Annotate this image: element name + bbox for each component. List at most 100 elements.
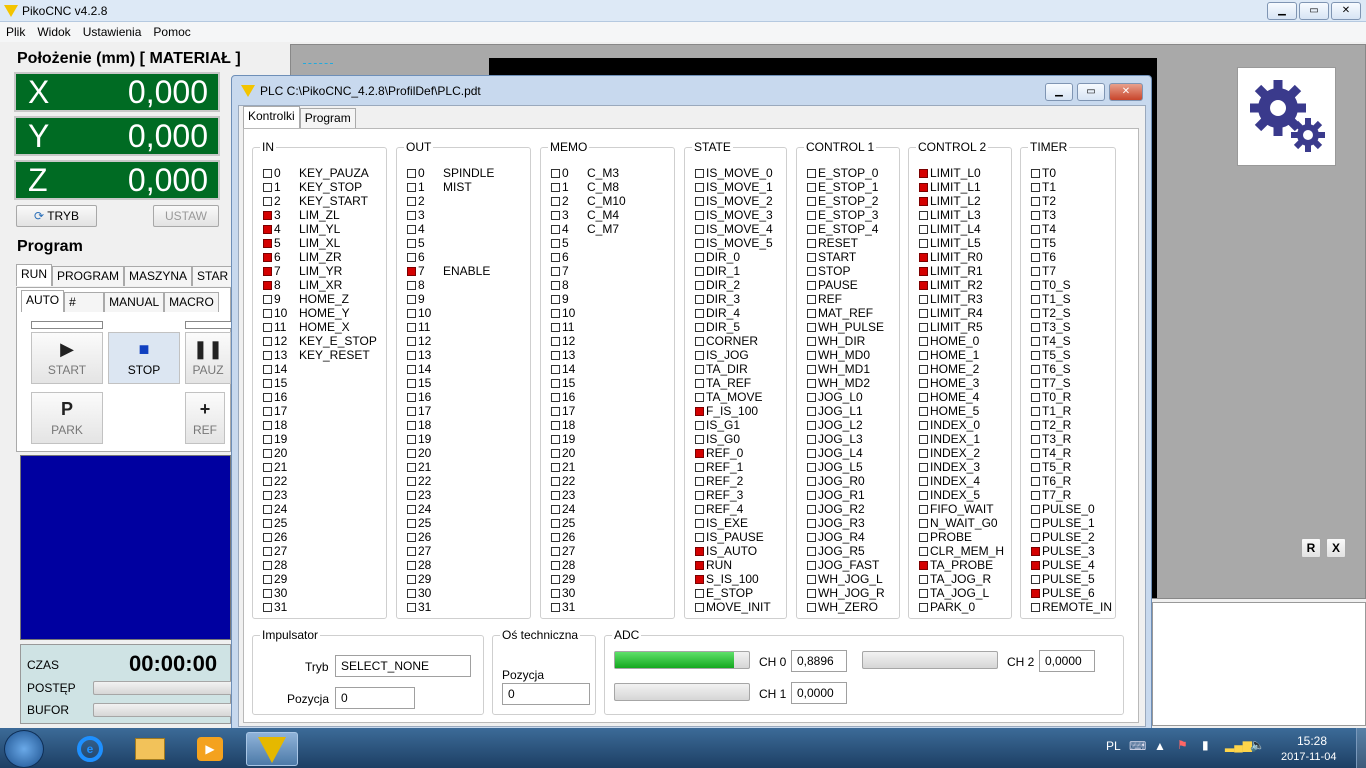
signal-checkbox[interactable] (807, 476, 816, 486)
signal-checkbox[interactable] (919, 182, 928, 192)
signal-checkbox[interactable] (551, 210, 560, 220)
network-warning-icon[interactable]: ⚑ (1177, 738, 1188, 752)
signal-checkbox[interactable] (919, 336, 928, 346)
menu-pomoc[interactable]: Pomoc (147, 22, 196, 39)
signal-checkbox[interactable] (263, 406, 272, 416)
signal-checkbox[interactable] (807, 266, 816, 276)
signal-checkbox[interactable] (919, 518, 928, 528)
menu-plik[interactable]: Plik (0, 22, 31, 39)
signal-checkbox[interactable] (551, 574, 560, 584)
signal-checkbox[interactable] (919, 476, 928, 486)
signal-checkbox[interactable] (807, 280, 816, 290)
signal-checkbox[interactable] (1031, 420, 1040, 430)
signal-checkbox[interactable] (807, 546, 816, 556)
signal-checkbox[interactable] (807, 294, 816, 304)
signal-checkbox[interactable] (551, 322, 560, 332)
signal-checkbox[interactable] (695, 182, 704, 192)
signal-checkbox[interactable] (263, 252, 272, 262)
subtab-macro[interactable]: MACRO (164, 292, 219, 312)
signal-checkbox[interactable] (919, 322, 928, 332)
signal-checkbox[interactable] (263, 588, 272, 598)
signal-checkbox[interactable] (263, 532, 272, 542)
signal-checkbox[interactable] (551, 378, 560, 388)
signal-checkbox[interactable] (807, 392, 816, 402)
signal-checkbox[interactable] (695, 350, 704, 360)
signal-checkbox[interactable] (1031, 308, 1040, 318)
signal-checkbox[interactable] (1031, 588, 1040, 598)
signal-checkbox[interactable] (807, 210, 816, 220)
plc-maximize-button[interactable]: ▭ (1077, 83, 1105, 101)
signal-checkbox[interactable] (807, 336, 816, 346)
signal-checkbox[interactable] (263, 280, 272, 290)
signal-checkbox[interactable] (1031, 182, 1040, 192)
signal-checkbox[interactable] (263, 574, 272, 584)
os-pozycja-field[interactable]: 0 (502, 683, 590, 705)
language-indicator[interactable]: PL (1106, 739, 1121, 753)
signal-checkbox[interactable] (263, 504, 272, 514)
signal-checkbox[interactable] (1031, 560, 1040, 570)
signal-checkbox[interactable] (919, 602, 928, 612)
signal-checkbox[interactable] (807, 322, 816, 332)
signal-checkbox[interactable] (807, 588, 816, 598)
signal-checkbox[interactable] (919, 252, 928, 262)
impulsator-pozycja-field[interactable]: 0 (335, 687, 415, 709)
signal-checkbox[interactable] (551, 462, 560, 472)
signal-checkbox[interactable] (263, 196, 272, 206)
signal-checkbox[interactable] (695, 252, 704, 262)
signal-checkbox[interactable] (407, 588, 416, 598)
signal-checkbox[interactable] (263, 560, 272, 570)
signal-checkbox[interactable] (1031, 490, 1040, 500)
signal-checkbox[interactable] (551, 588, 560, 598)
signal-checkbox[interactable] (407, 252, 416, 262)
keyboard-icon[interactable]: ⌨ (1129, 739, 1146, 753)
signal-checkbox[interactable] (919, 392, 928, 402)
signal-checkbox[interactable] (807, 518, 816, 528)
signal-checkbox[interactable] (551, 546, 560, 556)
signal-checkbox[interactable] (695, 224, 704, 234)
signal-checkbox[interactable] (551, 518, 560, 528)
signal-checkbox[interactable] (263, 490, 272, 500)
signal-checkbox[interactable] (919, 574, 928, 584)
plc-close-button[interactable]: ✕ (1109, 83, 1143, 101)
signal-checkbox[interactable] (263, 210, 272, 220)
signal-checkbox[interactable] (695, 532, 704, 542)
signal-checkbox[interactable] (551, 252, 560, 262)
signal-checkbox[interactable] (807, 602, 816, 612)
signal-checkbox[interactable] (695, 406, 704, 416)
signal-checkbox[interactable] (1031, 392, 1040, 402)
signal-checkbox[interactable] (1031, 378, 1040, 388)
signal-checkbox[interactable] (919, 364, 928, 374)
signal-checkbox[interactable] (695, 378, 704, 388)
signal-checkbox[interactable] (407, 560, 416, 570)
signal-checkbox[interactable] (919, 266, 928, 276)
signal-checkbox[interactable] (407, 448, 416, 458)
plc-minimize-button[interactable]: ▁ (1045, 83, 1073, 101)
signal-checkbox[interactable] (919, 168, 928, 178)
signal-checkbox[interactable] (263, 294, 272, 304)
tray-chevron-up-icon[interactable]: ▲ (1154, 739, 1166, 753)
signal-checkbox[interactable] (551, 168, 560, 178)
volume-icon[interactable]: 🔈 (1250, 738, 1265, 752)
signal-checkbox[interactable] (919, 378, 928, 388)
signal-checkbox[interactable] (407, 322, 416, 332)
signal-checkbox[interactable] (263, 168, 272, 178)
signal-checkbox[interactable] (407, 462, 416, 472)
menu-ustawienia[interactable]: Ustawienia (77, 22, 148, 39)
signal-checkbox[interactable] (263, 476, 272, 486)
signal-checkbox[interactable] (807, 224, 816, 234)
signal-checkbox[interactable] (807, 364, 816, 374)
signal-checkbox[interactable] (263, 378, 272, 388)
signal-checkbox[interactable] (695, 434, 704, 444)
tab-maszyna[interactable]: MASZYNA (124, 266, 193, 286)
signal-checkbox[interactable] (1031, 434, 1040, 444)
signal-checkbox[interactable] (695, 238, 704, 248)
signal-checkbox[interactable] (807, 560, 816, 570)
signal-checkbox[interactable] (551, 308, 560, 318)
signal-checkbox[interactable] (1031, 294, 1040, 304)
media-player-icon[interactable]: ▶ (184, 732, 236, 766)
signal-checkbox[interactable] (551, 420, 560, 430)
signal-checkbox[interactable] (695, 476, 704, 486)
signal-checkbox[interactable] (551, 182, 560, 192)
signal-checkbox[interactable] (551, 266, 560, 276)
tryb-button[interactable]: ⟳ TRYB (16, 205, 97, 227)
